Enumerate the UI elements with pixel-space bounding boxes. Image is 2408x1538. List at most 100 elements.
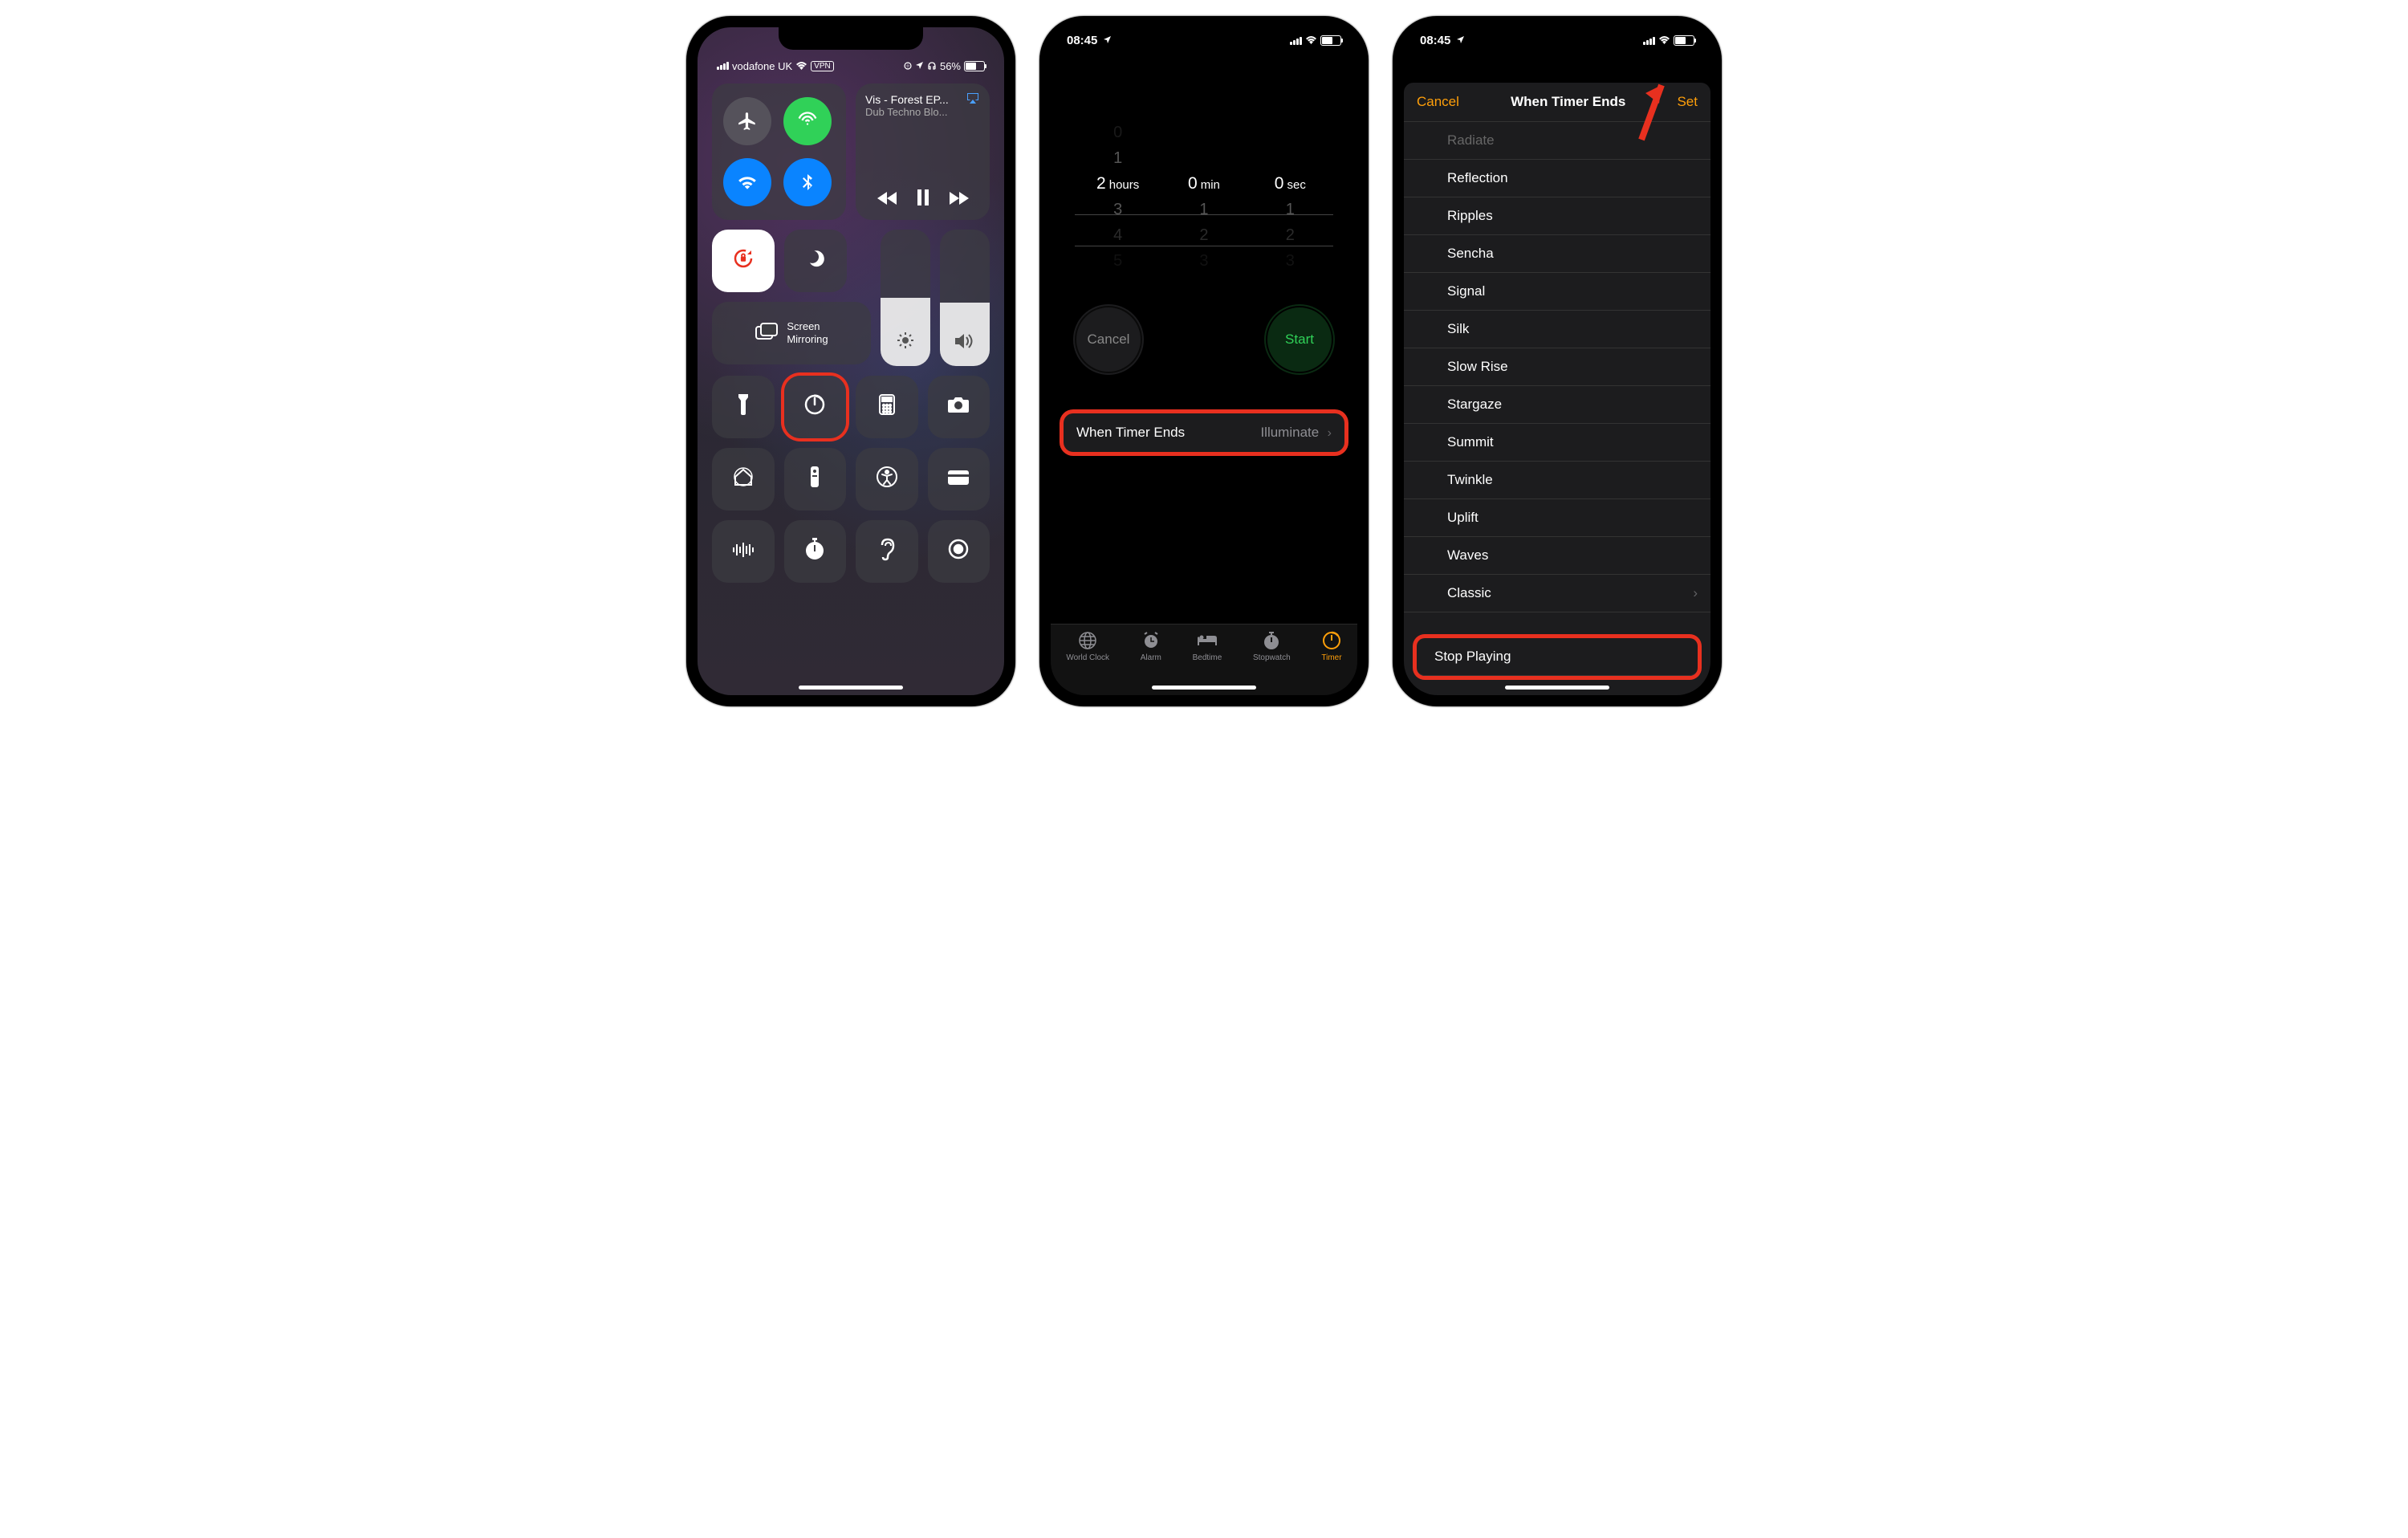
bluetooth-toggle[interactable] <box>783 158 832 206</box>
moon-icon <box>805 248 826 275</box>
when-timer-ends-row[interactable]: When Timer Ends Illuminate › <box>1064 413 1344 452</box>
cancel-button[interactable]: Cancel <box>1075 306 1142 373</box>
cancel-button[interactable]: Cancel <box>1417 94 1459 110</box>
sound-option[interactable]: Reflection <box>1404 160 1710 197</box>
chevron-right-icon: › <box>1693 585 1698 601</box>
home-indicator[interactable] <box>1505 686 1609 690</box>
accessibility-icon <box>876 466 898 494</box>
wifi-icon <box>1305 35 1317 47</box>
stopwatch-icon <box>804 537 825 567</box>
screen-mirroring-icon <box>755 322 779 345</box>
stop-playing-option[interactable]: Stop Playing <box>1417 638 1698 676</box>
wifi-toggle[interactable] <box>723 158 771 206</box>
media-title: Vis - Forest EP... <box>865 93 980 106</box>
location-arrow-icon <box>1456 35 1465 47</box>
rotation-lock-icon <box>731 246 755 276</box>
battery-icon <box>1674 35 1694 46</box>
media-subtitle: Dub Techno Blo... <box>865 106 947 118</box>
cellular-toggle[interactable] <box>783 97 832 145</box>
sound-option[interactable]: Sencha <box>1404 235 1710 273</box>
tab-timer[interactable]: Timer <box>1321 631 1341 662</box>
wifi-icon <box>795 59 807 72</box>
notch <box>779 27 923 50</box>
remote-icon <box>810 466 820 494</box>
signal-icon <box>1290 37 1302 45</box>
sound-option[interactable]: Waves <box>1404 537 1710 575</box>
tab-stopwatch[interactable]: Stopwatch <box>1253 631 1291 662</box>
screen-mirroring-button[interactable]: Screen Mirroring <box>712 302 871 364</box>
stopwatch-button[interactable] <box>784 520 847 583</box>
connectivity-tile[interactable] <box>712 83 846 220</box>
status-time: 08:45 <box>1420 34 1450 47</box>
phone-frame-3: 08:45 Cancel When Timer Ends Set Radiate… <box>1393 16 1722 706</box>
audio-button[interactable] <box>712 520 775 583</box>
phone-frame-1: vodafone UK VPN 56% <box>686 16 1015 706</box>
hearing-button[interactable] <box>856 520 918 583</box>
home-icon <box>732 466 755 494</box>
time-picker[interactable]: 0 1 2hours 3 4 5 0min 1 2 3 <box>1051 120 1357 274</box>
battery-percent: 56% <box>940 60 961 72</box>
timer-icon <box>1322 631 1341 652</box>
accessibility-button[interactable] <box>856 448 918 511</box>
timer-button[interactable] <box>784 376 847 438</box>
carrier-label: vodafone UK <box>732 60 792 72</box>
sound-option[interactable]: Slow Rise <box>1404 348 1710 386</box>
home-indicator[interactable] <box>799 686 903 690</box>
screen-mirroring-label: Screen Mirroring <box>787 320 828 345</box>
flashlight-icon <box>737 393 750 422</box>
rotation-lock-toggle[interactable] <box>712 230 775 292</box>
sound-option[interactable]: Ripples <box>1404 197 1710 235</box>
globe-icon <box>1078 631 1097 652</box>
pause-button[interactable] <box>917 189 929 210</box>
wallet-button[interactable] <box>928 448 990 511</box>
wallet-icon <box>946 466 970 492</box>
signal-icon <box>1643 37 1655 45</box>
ear-icon <box>878 537 896 567</box>
sound-option-classic[interactable]: Classic › <box>1404 575 1710 612</box>
annotation-arrow <box>1617 75 1682 160</box>
alarm-icon <box>1141 631 1161 652</box>
location-arrow-icon <box>1103 35 1112 47</box>
forward-button[interactable] <box>949 189 970 210</box>
sound-option[interactable]: Silk <box>1404 311 1710 348</box>
airplay-icon[interactable] <box>966 92 980 108</box>
calculator-button[interactable] <box>856 376 918 438</box>
volume-icon <box>954 332 976 355</box>
sound-option[interactable]: Twinkle <box>1404 462 1710 499</box>
camera-icon <box>946 394 970 420</box>
camera-button[interactable] <box>928 376 990 438</box>
record-icon <box>947 538 970 566</box>
calculator-icon <box>878 393 896 421</box>
wifi-icon <box>1658 35 1670 47</box>
flashlight-button[interactable] <box>712 376 775 438</box>
vpn-badge: VPN <box>811 61 834 71</box>
remote-button[interactable] <box>784 448 847 511</box>
sound-option[interactable]: Stargaze <box>1404 386 1710 424</box>
bed-icon <box>1196 631 1218 652</box>
brightness-slider[interactable] <box>881 230 930 366</box>
home-indicator[interactable] <box>1152 686 1256 690</box>
phone-frame-2: 08:45 0 1 2hours 3 4 5 <box>1039 16 1369 706</box>
chevron-right-icon: › <box>1328 426 1332 440</box>
sound-option[interactable]: Summit <box>1404 424 1710 462</box>
modal-title: When Timer Ends <box>1511 94 1625 110</box>
notch <box>1485 27 1629 50</box>
sound-option[interactable]: Uplift <box>1404 499 1710 537</box>
tab-bar: World Clock Alarm Bedtime Stopwatch Time… <box>1051 624 1357 695</box>
volume-slider[interactable] <box>940 230 990 366</box>
start-button[interactable]: Start <box>1266 306 1333 373</box>
headphones-icon <box>927 60 937 72</box>
nav-arrow-icon <box>915 60 924 72</box>
status-time: 08:45 <box>1067 34 1097 47</box>
tab-bedtime[interactable]: Bedtime <box>1193 631 1222 662</box>
home-button[interactable] <box>712 448 775 511</box>
dnd-toggle[interactable] <box>784 230 847 292</box>
sound-list[interactable]: Radiate Reflection Ripples Sencha Signal… <box>1404 122 1710 676</box>
screen-record-button[interactable] <box>928 520 990 583</box>
media-tile[interactable]: Vis - Forest EP... Dub Techno Blo... <box>856 83 990 220</box>
tab-world-clock[interactable]: World Clock <box>1066 631 1109 662</box>
tab-alarm[interactable]: Alarm <box>1141 631 1161 662</box>
rewind-button[interactable] <box>877 189 897 210</box>
airplane-toggle[interactable] <box>723 97 771 145</box>
sound-option[interactable]: Signal <box>1404 273 1710 311</box>
